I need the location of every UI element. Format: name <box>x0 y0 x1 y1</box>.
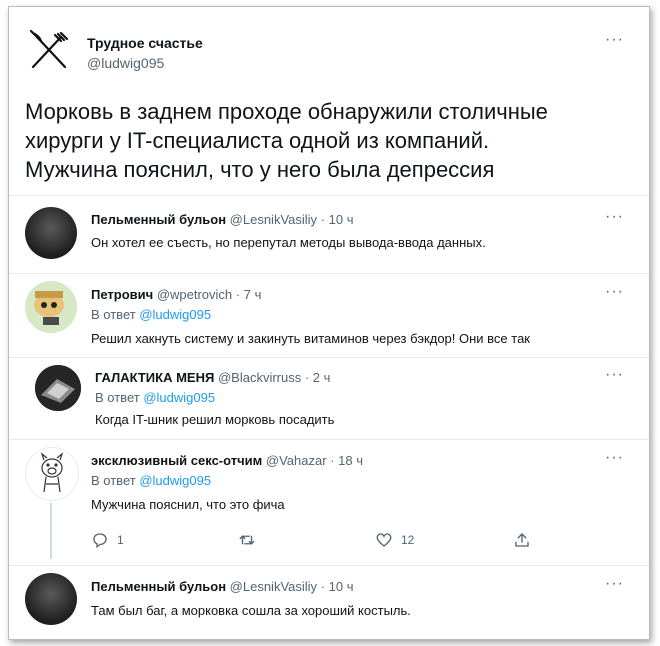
speech-bubble-icon <box>93 533 107 549</box>
pig-doodle-icon <box>40 452 64 493</box>
reply-author-handle[interactable]: @Vahazar <box>266 453 327 468</box>
more-icon[interactable]: ··· <box>605 576 624 592</box>
reply-to-prefix: В ответ <box>95 390 140 405</box>
main-avatar[interactable] <box>25 25 73 73</box>
reply-to-link[interactable]: @ludwig095 <box>139 307 211 322</box>
avatar[interactable] <box>25 207 77 259</box>
main-more-icon[interactable]: ··· <box>605 32 624 48</box>
reply-to-prefix: В ответ <box>91 307 136 322</box>
screenshot-frame: Трудное счастье @ludwig095 ··· Морковь в… <box>8 6 650 640</box>
share-action[interactable] <box>513 531 531 549</box>
more-icon[interactable]: ··· <box>605 209 624 225</box>
reply-text: Когда IT-шник решил морковь посадить <box>95 412 335 427</box>
reply-to-prefix: В ответ <box>91 473 136 488</box>
avatar[interactable] <box>25 573 77 625</box>
reply-time[interactable]: · 18 ч <box>330 453 363 468</box>
cartoon-face-icon <box>25 281 77 333</box>
reply-header: ГАЛАКТИКА МЕНЯ @Blackvirruss · 2 ч <box>95 370 330 385</box>
main-author-handle[interactable]: @ludwig095 <box>87 55 164 71</box>
more-icon[interactable]: ··· <box>605 284 624 300</box>
avatar[interactable] <box>35 365 81 411</box>
reply-to-link[interactable]: @ludwig095 <box>139 473 211 488</box>
reply-to-line: В ответ @ludwig095 <box>91 473 211 488</box>
reply-header: Пельменный бульон @LesnikVasiliy · 10 ч <box>91 579 353 594</box>
thread-line <box>50 503 52 559</box>
main-text-line: хирурги у IT-специалиста одной из компан… <box>25 128 490 153</box>
reply-header: Пельменный бульон @LesnikVasiliy · 10 ч <box>91 212 353 227</box>
divider <box>9 273 649 274</box>
reply-time[interactable]: · 7 ч <box>236 287 262 302</box>
share-icon <box>515 533 529 547</box>
main-text-line: Мужчина пояснил, что у него была депресс… <box>25 157 495 182</box>
reply-to-line: В ответ @ludwig095 <box>95 390 215 405</box>
divider <box>9 565 649 566</box>
reply-count: 1 <box>117 533 124 547</box>
like-count: 12 <box>401 533 415 547</box>
reply-text: Мужчина пояснил, что это фича <box>91 497 285 512</box>
avatar[interactable] <box>25 447 79 501</box>
reply-to-link[interactable]: @ludwig095 <box>143 390 215 405</box>
reply-header: эксклюзивный секс-отчим @Vahazar · 18 ч <box>91 453 363 468</box>
retweet-action[interactable] <box>237 531 265 549</box>
reply-author-name[interactable]: Петрович <box>91 287 153 302</box>
divider <box>9 357 649 358</box>
heart-icon <box>376 533 392 547</box>
more-icon[interactable]: ··· <box>605 450 624 466</box>
reply-author-handle[interactable]: @LesnikVasiliy <box>230 579 317 594</box>
reply-author-handle[interactable]: @LesnikVasiliy <box>230 212 317 227</box>
reply-text: Решил хакнуть систему и закинуть витамин… <box>91 331 530 346</box>
reply-author-name[interactable]: Пельменный бульон <box>91 212 226 227</box>
like-action[interactable]: 12 <box>375 531 414 549</box>
reply-time[interactable]: · 2 ч <box>305 370 331 385</box>
reply-time[interactable]: · 10 ч <box>321 212 354 227</box>
reply-author-name[interactable]: Пельменный бульон <box>91 579 226 594</box>
main-tweet-text: Морковь в заднем проходе обнаружили стол… <box>25 97 548 184</box>
reply-text: Там был баг, а морковка сошла за хороший… <box>91 603 411 618</box>
divider <box>9 195 649 196</box>
reply-action[interactable]: 1 <box>91 531 124 549</box>
reply-time[interactable]: · 10 ч <box>321 579 354 594</box>
abstract-dark-icon <box>35 365 81 411</box>
reply-author-name[interactable]: эксклюзивный секс-отчим <box>91 453 262 468</box>
retweet-icon <box>239 535 255 545</box>
main-author-name[interactable]: Трудное счастье <box>87 35 203 51</box>
reply-header: Петрович @wpetrovich · 7 ч <box>91 287 261 302</box>
reply-author-handle[interactable]: @Blackvirruss <box>218 370 301 385</box>
reply-author-name[interactable]: ГАЛАКТИКА МЕНЯ <box>95 370 214 385</box>
reply-text: Он хотел ее съесть, но перепутал методы … <box>91 235 486 250</box>
divider <box>9 439 649 440</box>
reply-to-line: В ответ @ludwig095 <box>91 307 211 322</box>
main-text-line: Морковь в заднем проходе обнаружили стол… <box>25 99 548 124</box>
reply-author-handle[interactable]: @wpetrovich <box>157 287 232 302</box>
crossed-fork-knife-icon <box>29 29 69 69</box>
avatar[interactable] <box>25 281 77 333</box>
more-icon[interactable]: ··· <box>605 367 624 383</box>
